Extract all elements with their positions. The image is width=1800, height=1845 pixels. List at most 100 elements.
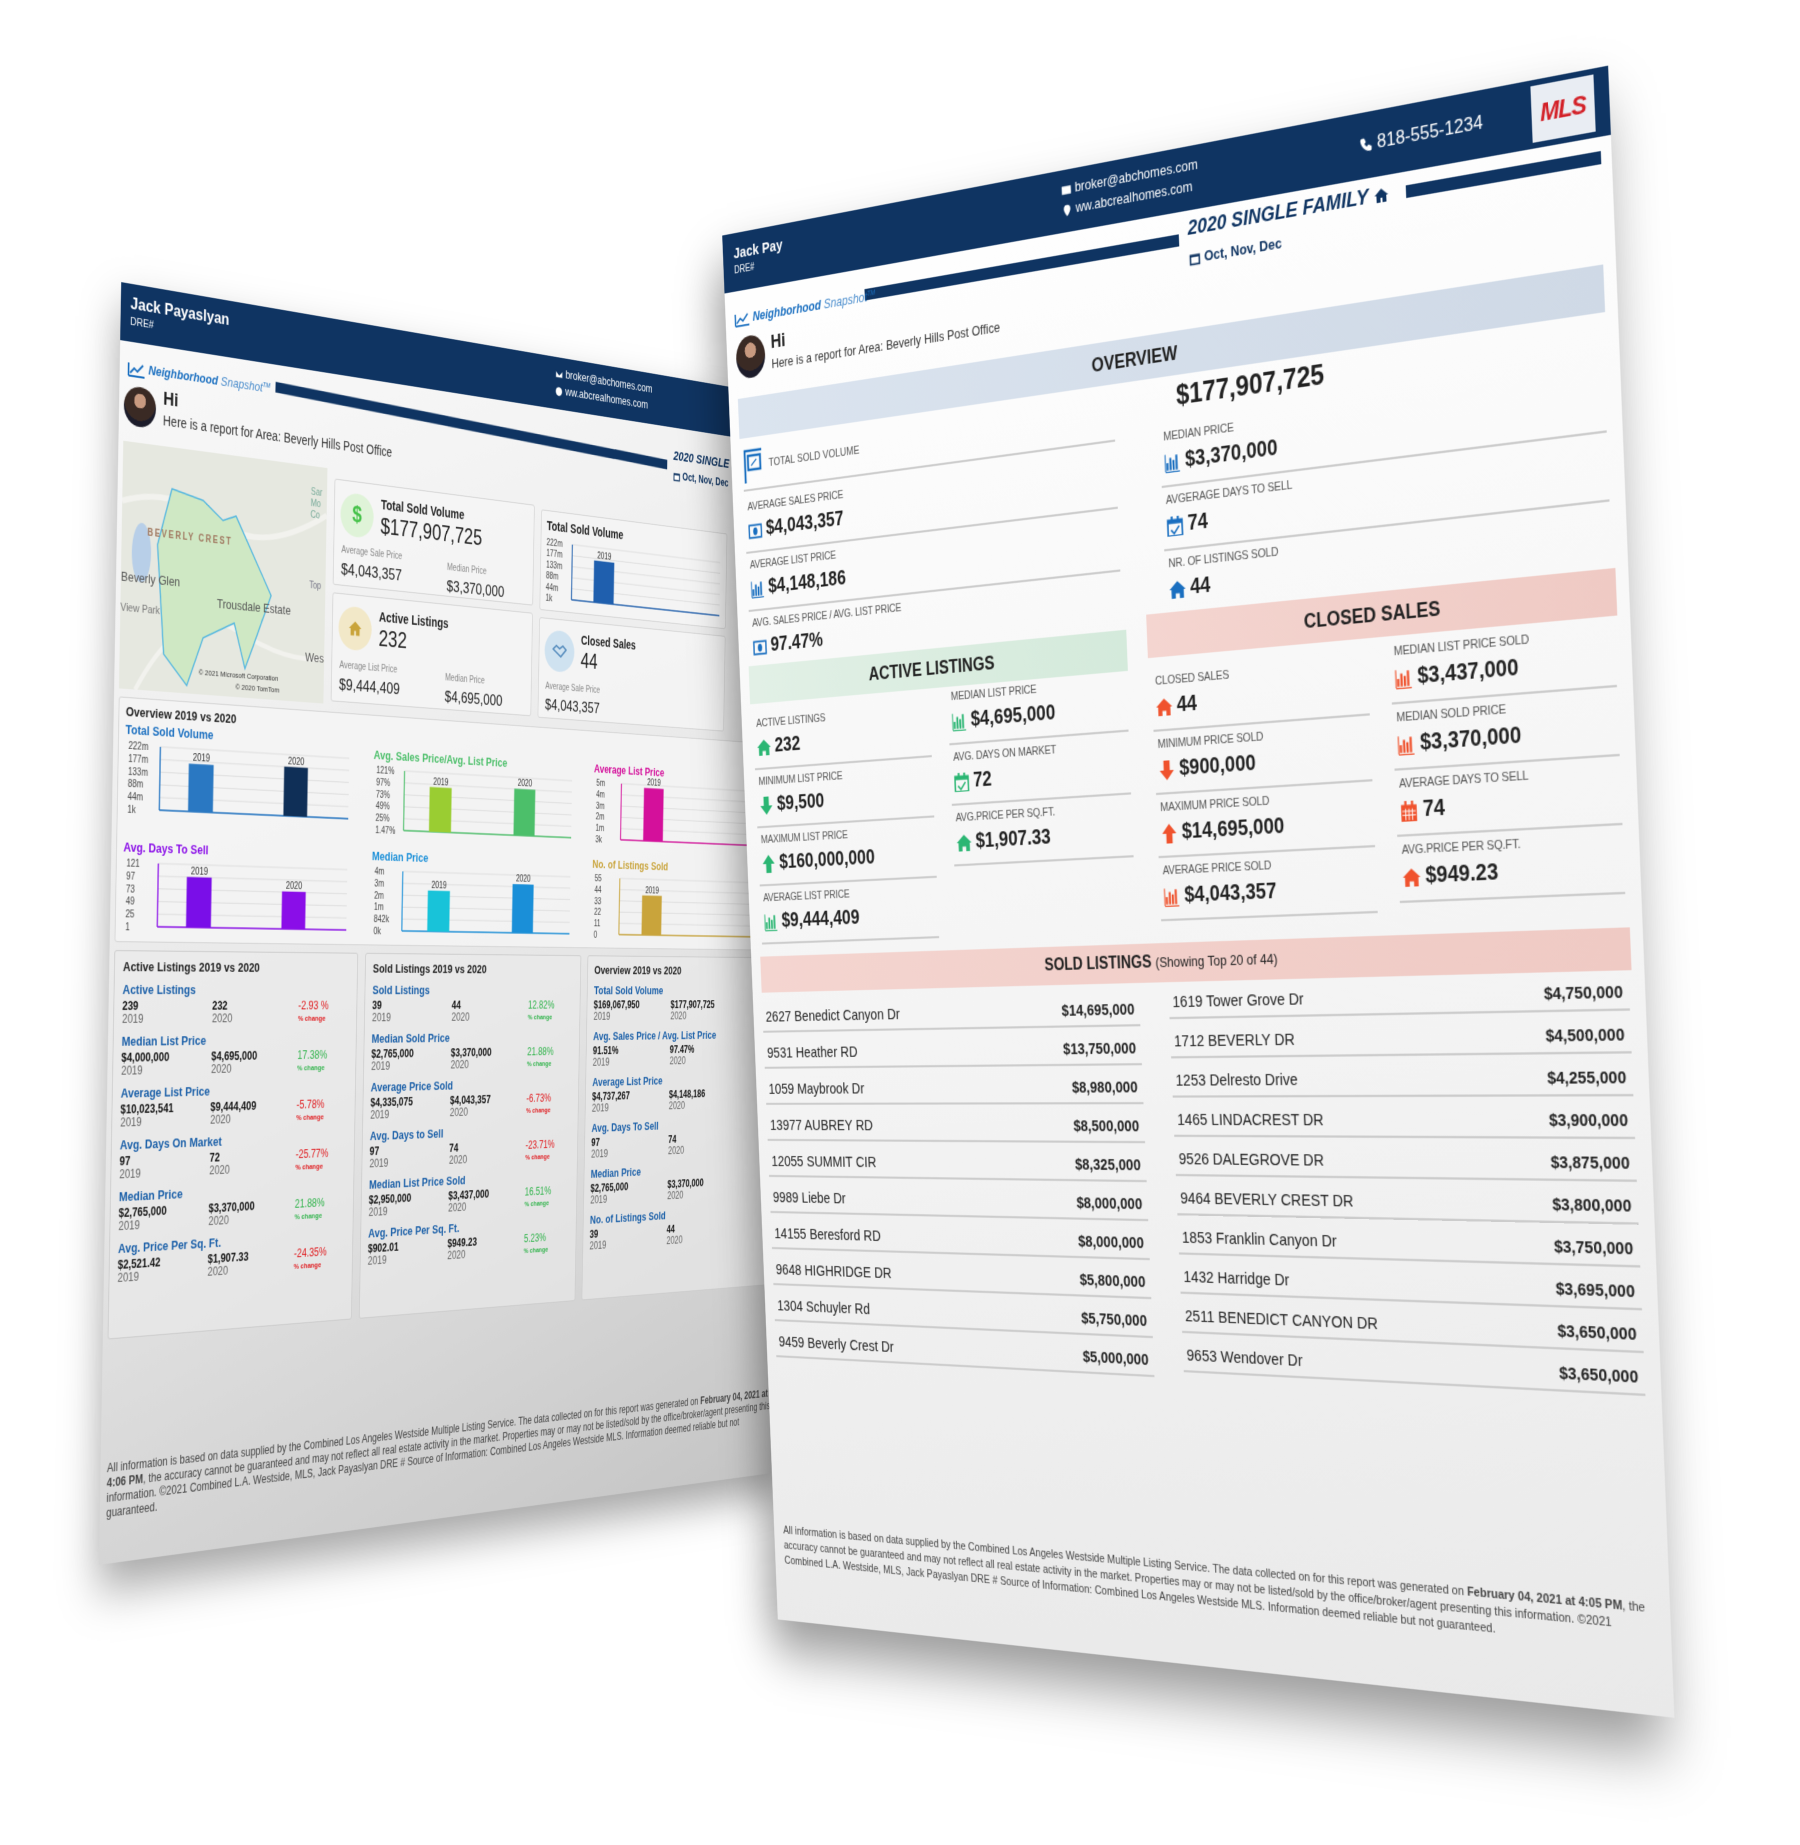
bar-chart: 222m177m133m88m44m1k 2019 (545, 537, 724, 625)
bar-label: 2020 (518, 778, 533, 789)
bar (513, 788, 536, 837)
card-active-listings: Active Listings 232 Average List Price $… (330, 592, 533, 717)
tick-label: 44m (546, 582, 559, 593)
sold-listing-row[interactable]: 1712 BEVERLY DR $4,500,000 (1169, 1010, 1632, 1059)
house-icon (956, 833, 972, 853)
tick-label: 1k (545, 593, 552, 604)
listing-price: $8,000,000 (1076, 1194, 1143, 1214)
card-sub-label: Average List Price (339, 660, 398, 676)
year-label: 2020 (448, 1200, 467, 1215)
gridline (158, 889, 347, 894)
agent-avatar (123, 384, 157, 430)
sold-listing-row[interactable]: 1253 Delresto Drive $4,255,000 (1171, 1053, 1634, 1098)
metric-label: Average List Price (592, 1073, 663, 1089)
sold-sign-icon (742, 447, 763, 484)
x-axis (402, 931, 570, 934)
map-label: Co (310, 509, 320, 521)
brand-name: Neighborhood (148, 362, 219, 388)
year-label: 2020 (670, 1009, 687, 1022)
brand-suffix: Snapshot (823, 288, 868, 312)
gridline (404, 795, 572, 804)
listing-address: 9989 Liebe Dr (772, 1188, 847, 1208)
bar (593, 560, 615, 605)
period-text: Oct, Nov, Dec (682, 470, 729, 490)
year-label: 2019 (591, 1147, 609, 1161)
listing-address: 1253 Delresto Drive (1175, 1070, 1299, 1091)
y-axis (571, 545, 572, 600)
metric-row: $4,335,075 2019 $4,043,357 2020 -6.73%% ch… (370, 1092, 572, 1122)
sold-listing-row[interactable]: 1465 LINDACREST DR $3,900,000 (1172, 1096, 1636, 1140)
overview-charts: Overview 2019 vs 2020 Total Sold Volume 2… (114, 696, 788, 951)
x-axis (157, 927, 346, 930)
house-icon (1169, 578, 1187, 599)
stat-item: AVG. DAYS ON MARKET 72 (949, 731, 1132, 806)
percent-change: -5.78%% change (296, 1097, 348, 1124)
map-label: Top (309, 580, 321, 592)
agent-dre: DRE# (130, 315, 154, 332)
sold-listing-row[interactable]: 9531 Heather RD $13,750,000 (763, 1026, 1142, 1069)
map-label: Sar (311, 486, 323, 498)
sold-listing-row[interactable]: 2627 Benedict Canyon Dr $14,695,000 (761, 987, 1141, 1033)
year-label: 2020 (210, 1061, 232, 1076)
arrow-up-icon (761, 854, 776, 873)
year-label: 2019 (118, 1218, 141, 1234)
area-map[interactable]: BEVERLY CREST Beverly Glen Trousdale Est… (118, 440, 328, 704)
tick-label: 133m (546, 559, 563, 571)
tick-label: 177m (546, 548, 563, 560)
percent-change: 17.38%% change (297, 1048, 349, 1074)
tick-label: 73% (376, 789, 390, 800)
percent-change: 21.88%% change (526, 1045, 573, 1070)
bar (283, 766, 308, 817)
listing-address: 14155 Beresford RD (774, 1225, 882, 1246)
stat-value: $1,907.33 (975, 825, 1052, 853)
stat-item: AVERAGE PRICE SOLD $4,043,357 (1158, 847, 1378, 922)
chart-panel: Avg. Sales Price/Avg. List Price 121% 97% 7… (372, 748, 576, 852)
x-axis (159, 810, 348, 819)
tick-label: 133m (128, 766, 149, 778)
tick-label: 44 (594, 885, 601, 895)
year-label: 2020 (209, 1162, 230, 1178)
year-label: 2020 (666, 1233, 683, 1247)
sold-listing-row[interactable]: 1059 Maybrook Dr $8,980,000 (764, 1065, 1144, 1105)
listing-price: $13,750,000 (1062, 1039, 1137, 1059)
calendar-check-icon (954, 772, 970, 792)
stat-label: AVERAGE LIST PRICE (762, 888, 850, 905)
house-icon (1402, 866, 1421, 887)
sold-listing-row[interactable]: 9526 DALEGROVE DR $3,875,000 (1174, 1136, 1637, 1182)
tick-label: 1 (125, 922, 130, 933)
stat-label: AVG.PRICE PER SQ.FT. (955, 805, 1056, 825)
card-sub-value: $4,043,357 (340, 559, 402, 585)
gridline (404, 783, 572, 792)
gridline (402, 895, 570, 899)
stat-value: $9,444,409 (781, 906, 860, 932)
card-sub-value: $4,695,000 (444, 687, 503, 710)
tick-label: 1.47% (375, 825, 395, 836)
year-label: 2019 (592, 1055, 610, 1069)
change-value: 17.38% (297, 1048, 328, 1062)
money-icon (748, 520, 762, 540)
sold-listing-row[interactable]: 12055 SUMMIT CIR $8,325,000 (767, 1140, 1147, 1183)
stat-value: $4,695,000 (970, 700, 1056, 732)
bar (188, 763, 214, 813)
house-icon (756, 737, 772, 756)
card-value: 232 (378, 626, 408, 654)
dollar-icon: $ (340, 491, 374, 540)
change-label: % change (526, 1059, 552, 1068)
closed-sales-col1: CLOSED SALES 44 MINIMUM PRICE SOLD $900,000… (1151, 649, 1378, 922)
tick-label: 4m (596, 789, 605, 799)
bar (281, 891, 306, 930)
calendar-icon (1400, 800, 1419, 822)
year-label: 2020 (211, 1011, 233, 1026)
listing-price: $4,750,000 (1543, 982, 1624, 1005)
sold-listing-row[interactable]: 13977 AUBREY RD $8,500,000 (766, 1104, 1146, 1144)
bar (427, 890, 450, 932)
bar-chart-icon (764, 912, 778, 931)
phone-number[interactable]: 818-555-1234 (1359, 111, 1483, 157)
bar-label: 2020 (288, 756, 305, 767)
listing-price: $3,750,000 (1553, 1237, 1634, 1260)
metric-label: Sold Listings (372, 982, 430, 997)
change-value: -2.93 % (298, 998, 329, 1013)
tick-label: 55 (595, 873, 602, 883)
bar-chart-icon (1164, 451, 1181, 473)
mini-bar-chart: 222m 177m 133m 88m 44m 1k 2019 (543, 534, 724, 629)
